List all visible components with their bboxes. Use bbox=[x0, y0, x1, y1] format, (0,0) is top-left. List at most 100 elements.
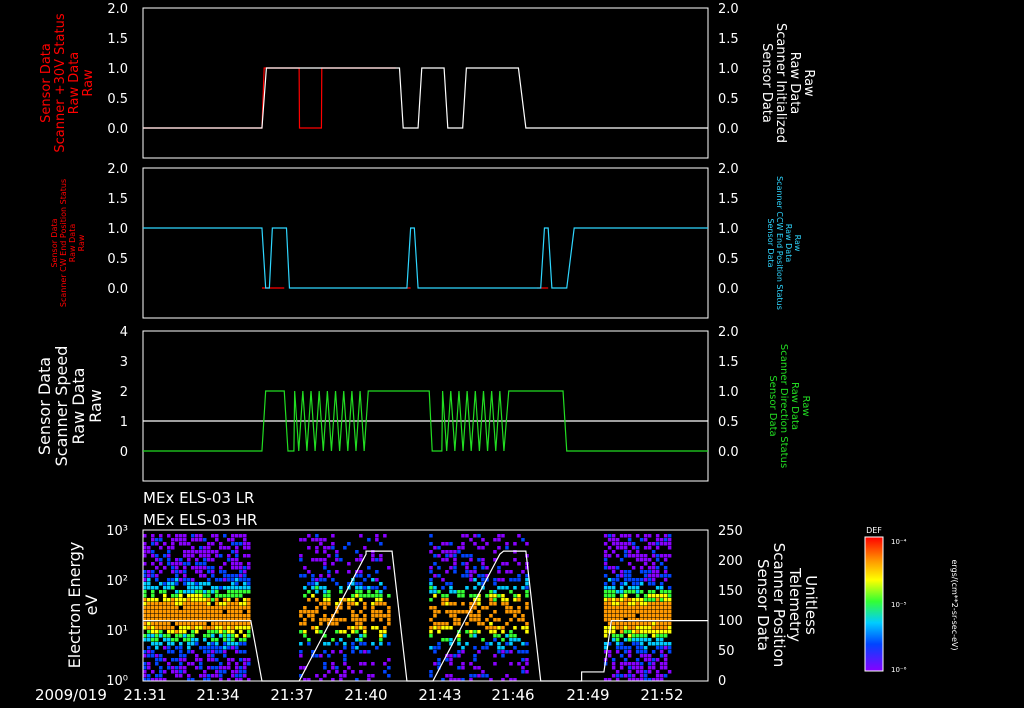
spectrogram-cell bbox=[485, 626, 489, 630]
spectrogram-cell bbox=[215, 554, 219, 558]
spectrogram-cell bbox=[235, 666, 239, 670]
spectrogram-cell bbox=[175, 598, 179, 602]
spectrogram-cell bbox=[219, 578, 223, 582]
spectrogram-cell bbox=[223, 670, 227, 674]
spectrogram-cell bbox=[187, 642, 191, 646]
spectrogram-cell bbox=[643, 654, 648, 658]
spectrogram-cell bbox=[473, 534, 477, 538]
spectrogram-cell bbox=[227, 538, 231, 542]
spectrogram-cell bbox=[493, 538, 497, 542]
spectrogram-cell bbox=[437, 610, 441, 614]
spectrogram-cell bbox=[235, 602, 239, 606]
spectrogram-cell bbox=[239, 566, 243, 570]
spectrogram-cell bbox=[339, 618, 343, 622]
spectrogram-cell bbox=[445, 582, 449, 586]
spectrogram-cell bbox=[175, 670, 179, 674]
spectrogram-cell bbox=[651, 566, 656, 570]
spectrogram-cell bbox=[343, 654, 347, 658]
spectrogram-cell bbox=[299, 622, 303, 626]
spectrogram-cell bbox=[655, 622, 660, 626]
spectrogram-cell bbox=[603, 642, 608, 646]
spectrogram-cell bbox=[437, 642, 441, 646]
spectrogram-cell bbox=[247, 662, 251, 666]
spectrogram-cell bbox=[631, 542, 636, 546]
spectrogram-cell bbox=[359, 618, 363, 622]
spectrogram-cell bbox=[635, 586, 640, 590]
spectrogram-cell bbox=[227, 590, 231, 594]
p4-lt-1: 10² bbox=[106, 574, 128, 589]
spectrogram-cell bbox=[171, 626, 175, 630]
spectrogram-cell bbox=[159, 658, 163, 662]
p1-lt-3: 0.5 bbox=[107, 92, 128, 107]
spectrogram-cell bbox=[311, 594, 315, 598]
spectrogram-cell bbox=[323, 590, 327, 594]
spectrogram-cell bbox=[513, 614, 517, 618]
spectrogram-cell bbox=[183, 630, 187, 634]
spectrogram-cell bbox=[375, 590, 379, 594]
spectrogram-cell bbox=[159, 642, 163, 646]
spectrogram-cell bbox=[231, 670, 235, 674]
spectrogram-cell bbox=[655, 594, 660, 598]
spectrogram-cell bbox=[453, 614, 457, 618]
spectrogram-cell bbox=[199, 606, 203, 610]
spectrogram-cell bbox=[525, 622, 529, 626]
spectrogram-cell bbox=[311, 586, 315, 590]
spectrogram-cell bbox=[517, 606, 521, 610]
spectrogram-cell bbox=[611, 566, 616, 570]
spectrogram-cell bbox=[631, 614, 636, 618]
spectrogram-cell bbox=[347, 666, 351, 670]
spectrogram-cell bbox=[179, 630, 183, 634]
spectrogram-cell bbox=[375, 626, 379, 630]
spectrogram-cell bbox=[611, 578, 616, 582]
panel-1-series-red bbox=[143, 67, 396, 129]
spectrogram-cell bbox=[207, 590, 211, 594]
spectrogram-cell bbox=[207, 630, 211, 634]
spectrogram-cell bbox=[143, 622, 147, 626]
spectrogram-cell bbox=[219, 662, 223, 666]
spectrogram-cell bbox=[639, 610, 644, 614]
spectrogram-cell bbox=[195, 598, 199, 602]
spectrogram-cell bbox=[501, 630, 505, 634]
spectrogram-cell bbox=[663, 654, 668, 658]
spectrogram-cell bbox=[351, 646, 355, 650]
p2-rl-3: Raw bbox=[793, 235, 802, 252]
spectrogram-cell bbox=[183, 566, 187, 570]
spectrogram-cell bbox=[247, 566, 251, 570]
p3-lt-1: 3 bbox=[120, 355, 128, 370]
spectrogram-cell bbox=[227, 658, 231, 662]
spectrogram-cell bbox=[159, 538, 163, 542]
spectrogram-cell bbox=[639, 674, 644, 678]
spectrogram-cell bbox=[655, 626, 660, 630]
spectrogram-cell bbox=[243, 674, 247, 678]
spectrogram-cell bbox=[627, 662, 632, 666]
spectrogram-cell bbox=[247, 546, 251, 550]
panel-2-left-ylabel: Sensor Data Scanner CW End Position Stat… bbox=[50, 179, 86, 307]
spectrogram-cell bbox=[203, 550, 207, 554]
spectrogram-cell bbox=[525, 590, 529, 594]
spectrogram-cell bbox=[187, 614, 191, 618]
spectrogram-cell bbox=[243, 642, 247, 646]
spectrogram-cell bbox=[183, 550, 187, 554]
spectrogram-cell bbox=[151, 538, 155, 542]
spectrogram-cell bbox=[179, 654, 183, 658]
spectrogram-cell bbox=[429, 646, 433, 650]
spectrogram-cell bbox=[143, 634, 147, 638]
spectrogram-cell bbox=[359, 590, 363, 594]
spectrogram-cell bbox=[659, 654, 664, 658]
spectrogram-cell bbox=[611, 610, 616, 614]
spectrogram-cell bbox=[211, 590, 215, 594]
spectrogram-cell bbox=[627, 622, 632, 626]
spectrogram-cell bbox=[171, 582, 175, 586]
spectrogram-cell bbox=[151, 654, 155, 658]
spectrogram-cell bbox=[387, 618, 391, 622]
spectrogram-cell bbox=[493, 590, 497, 594]
p3-rl-0: Sensor Data bbox=[767, 375, 778, 436]
spectrogram-cell bbox=[167, 662, 171, 666]
spectrogram-cell bbox=[323, 618, 327, 622]
spectrogram-cell bbox=[203, 566, 207, 570]
spectrogram-cell bbox=[187, 674, 191, 678]
spectrogram-cell bbox=[445, 658, 449, 662]
spectrogram-cell bbox=[437, 646, 441, 650]
spectrogram-cell bbox=[619, 610, 624, 614]
spectrogram-cell bbox=[195, 622, 199, 626]
